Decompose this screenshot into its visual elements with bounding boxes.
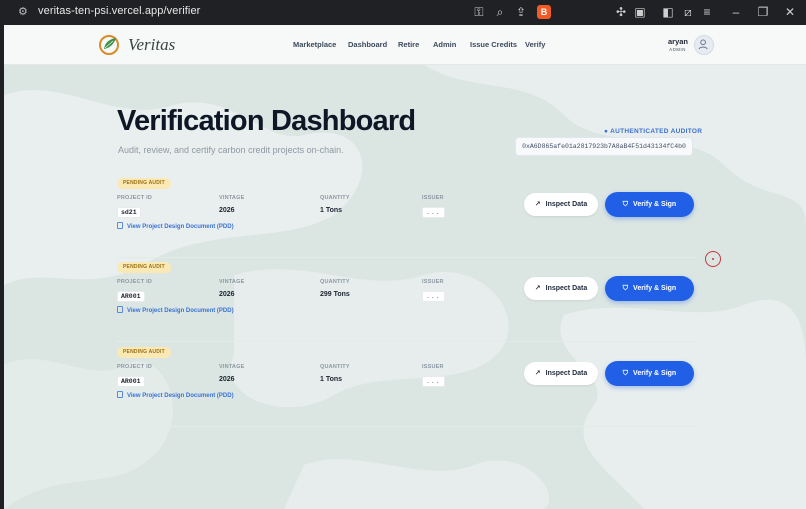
- pdd-link[interactable]: View Project Design Document (PDD): [117, 306, 234, 314]
- vintage-label: VINTAGE: [219, 364, 245, 370]
- project-card: PENDING AUDIT PROJECT ID VINTAGE QUANTIT…: [116, 347, 698, 427]
- vintage-label: VINTAGE: [219, 279, 245, 285]
- shield-check-icon: ⛉: [622, 370, 629, 377]
- verify-sign-label: Verify & Sign: [633, 201, 677, 208]
- extensions-icon[interactable]: ✣: [614, 5, 628, 19]
- nav-verify[interactable]: Verify: [525, 40, 545, 49]
- issuer-label: ISSUER: [422, 364, 444, 370]
- status-badge: PENDING AUDIT: [117, 178, 171, 189]
- inspect-data-label: Inspect Data: [545, 285, 588, 292]
- wallet-icon[interactable]: ⧄: [681, 5, 695, 19]
- restore-icon[interactable]: ❐: [756, 5, 770, 19]
- vintage-value: 2026: [219, 376, 235, 383]
- top-navbar: Veritas Marketplace Dashboard Retire Adm…: [4, 25, 806, 65]
- brave-shields-icon[interactable]: B: [537, 5, 551, 19]
- nav-admin[interactable]: Admin: [433, 40, 456, 49]
- share-icon[interactable]: ⇪: [514, 5, 528, 19]
- divider: [116, 426, 698, 427]
- project-card: PENDING AUDIT PROJECT ID VINTAGE QUANTIT…: [116, 262, 698, 342]
- address-bar[interactable]: veritas-ten-psi.vercel.app/verifier: [38, 5, 200, 17]
- verify-sign-button[interactable]: ⛉ Verify & Sign: [605, 276, 694, 301]
- cursor-indicator: [705, 251, 721, 267]
- quantity-value: 299 Tons: [320, 291, 350, 298]
- vintage-value: 2026: [219, 207, 235, 214]
- document-icon: [117, 391, 123, 398]
- vintage-value: 2026: [219, 291, 235, 298]
- inspect-data-label: Inspect Data: [545, 370, 588, 377]
- auditor-address: 0xA6D865afe01a2817923b7A8aB4F51d43134fC4…: [515, 137, 693, 156]
- shield-check-icon: ⛉: [622, 285, 629, 292]
- document-icon: [117, 222, 123, 229]
- quantity-label: QUANTITY: [320, 195, 350, 201]
- authenticated-auditor-label: ● AUTHENTICATED AUDITOR: [604, 128, 703, 135]
- quantity-value: 1 Tons: [320, 376, 343, 383]
- external-link-icon: ↗: [534, 370, 541, 377]
- page-title: Verification Dashboard: [117, 105, 416, 137]
- quantity-label: QUANTITY: [320, 364, 350, 370]
- verify-sign-button[interactable]: ⛉ Verify & Sign: [605, 192, 694, 217]
- user-name: aryan: [668, 37, 689, 46]
- pdd-link[interactable]: View Project Design Document (PDD): [117, 222, 234, 230]
- divider: [116, 341, 698, 342]
- inspect-data-label: Inspect Data: [545, 201, 588, 208]
- nav-marketplace[interactable]: Marketplace: [293, 40, 336, 49]
- verify-sign-button[interactable]: ⛉ Verify & Sign: [605, 361, 694, 386]
- user-icon: [698, 39, 708, 50]
- shield-check-icon: ⛉: [622, 201, 629, 208]
- pdd-link[interactable]: View Project Design Document (PDD): [117, 391, 234, 399]
- nav-retire[interactable]: Retire: [398, 40, 419, 49]
- inspect-data-button[interactable]: ↗ Inspect Data: [524, 277, 598, 300]
- project-id-label: PROJECT ID: [117, 195, 153, 201]
- sidebar-icon[interactable]: ◧: [661, 5, 675, 19]
- page-subtitle: Audit, review, and certify carbon credit…: [118, 145, 344, 155]
- brand-name[interactable]: Veritas: [128, 35, 175, 55]
- inspect-data-button[interactable]: ↗ Inspect Data: [524, 362, 598, 385]
- pdd-link-label: View Project Design Document (PDD): [127, 308, 234, 314]
- zoom-icon[interactable]: ⌕: [493, 5, 507, 19]
- nav-issue-credits[interactable]: Issue Credits: [470, 40, 517, 49]
- browser-toolbar: ⚙ veritas-ten-psi.vercel.app/verifier ⚿ …: [0, 0, 806, 25]
- quantity-value: 1 Tons: [320, 207, 343, 214]
- avatar[interactable]: [694, 35, 714, 55]
- nav-dashboard[interactable]: Dashboard: [348, 40, 387, 49]
- vintage-label: VINTAGE: [219, 195, 245, 201]
- project-card: PENDING AUDIT PROJECT ID VINTAGE QUANTIT…: [116, 178, 698, 258]
- issuer-value: ...: [422, 291, 445, 302]
- issuer-label: ISSUER: [422, 195, 444, 201]
- document-icon: [117, 306, 123, 313]
- project-id-label: PROJECT ID: [117, 279, 153, 285]
- divider: [116, 257, 698, 258]
- inspect-data-button[interactable]: ↗ Inspect Data: [524, 193, 598, 216]
- issuer-value: ...: [422, 207, 445, 218]
- verify-sign-label: Verify & Sign: [633, 370, 677, 377]
- minimize-icon[interactable]: –: [729, 5, 743, 19]
- project-id-value: sd21: [117, 207, 141, 218]
- external-link-icon: ↗: [534, 285, 541, 292]
- project-id-label: PROJECT ID: [117, 364, 153, 370]
- project-id-value: AR001: [117, 376, 145, 387]
- page: Veritas Marketplace Dashboard Retire Adm…: [4, 25, 806, 509]
- pdd-link-label: View Project Design Document (PDD): [127, 224, 234, 230]
- issuer-label: ISSUER: [422, 279, 444, 285]
- veritas-logo-icon[interactable]: [97, 33, 121, 57]
- quantity-label: QUANTITY: [320, 279, 350, 285]
- password-key-icon[interactable]: ⚿: [472, 5, 486, 19]
- project-id-value: AR001: [117, 291, 145, 302]
- close-icon[interactable]: ✕: [783, 5, 797, 19]
- site-info-icon[interactable]: ⚙: [18, 6, 30, 18]
- external-link-icon: ↗: [534, 201, 541, 208]
- user-role: ADMIN: [669, 47, 686, 52]
- menu-icon[interactable]: ≡: [700, 5, 714, 19]
- issuer-value: ...: [422, 376, 445, 387]
- verify-sign-label: Verify & Sign: [633, 285, 677, 292]
- screenshot-icon[interactable]: ▣: [633, 5, 647, 19]
- status-badge: PENDING AUDIT: [117, 262, 171, 273]
- pdd-link-label: View Project Design Document (PDD): [127, 393, 234, 399]
- status-badge: PENDING AUDIT: [117, 347, 171, 358]
